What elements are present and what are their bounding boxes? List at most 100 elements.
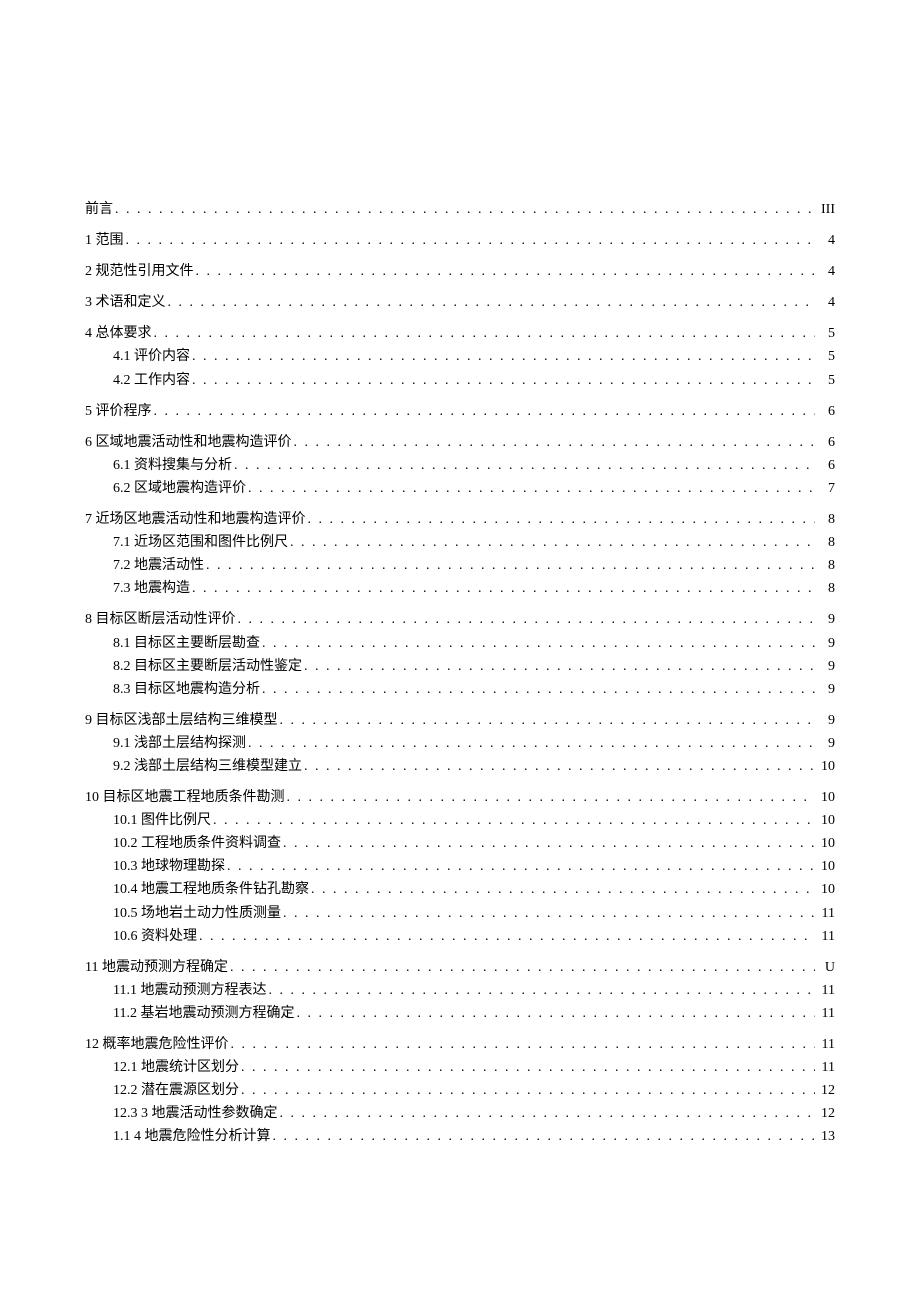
toc-leader — [197, 925, 815, 948]
toc-entry: 7.1 近场区范围和图件比例尺 8 — [113, 531, 835, 554]
toc-leader — [228, 956, 815, 979]
toc-entry-label: 8.2 目标区主要断层活动性鉴定 — [113, 655, 302, 678]
toc-entry: 5 评价程序 6 — [85, 400, 835, 423]
toc-entry-page: 10 — [815, 855, 835, 878]
toc-leader — [190, 369, 815, 392]
toc-entry: 12 概率地震危险性评价11 — [85, 1033, 835, 1056]
toc-entry-page: U — [815, 956, 835, 979]
toc-entry-page: 4 — [815, 291, 835, 314]
toc-leader — [229, 1033, 816, 1056]
toc-entry-label: 8.1 目标区主要断层勘查 — [113, 632, 260, 655]
page: 前言III1 范围42 规范性引用文件43 术语和定义44 总体要求54.1 评… — [0, 0, 920, 1301]
toc-entry: 9 目标区浅部土层结构三维模型9 — [85, 709, 835, 732]
toc-entry: 4.1 评价内容5 — [113, 345, 835, 368]
toc-leader — [260, 678, 815, 701]
toc-leader — [271, 1125, 816, 1148]
toc-entry-label: 9 目标区浅部土层结构三维模型 — [85, 709, 278, 732]
toc-entry-label: 12.1 地震统计区划分 — [113, 1056, 239, 1079]
toc-entry-label: 4.2 工作内容 — [113, 369, 190, 392]
toc-entry-label: 1 范围 — [85, 229, 124, 252]
toc-entry: 6.1 资料搜集与分析6 — [113, 454, 835, 477]
toc-entry-label: 6.2 区域地震构造评价 — [113, 477, 246, 500]
toc-entry-label: 11.1 地震动预测方程表达 — [113, 979, 266, 1002]
toc-entry: 8.1 目标区主要断层勘查 9 — [113, 632, 835, 655]
toc-leader — [152, 400, 816, 423]
toc-entry-page: 9 — [815, 632, 835, 655]
toc-leader — [113, 198, 815, 221]
toc-entry-label: 11 地震动预测方程确定 — [85, 956, 228, 979]
toc-entry: 10.4 地震工程地质条件钻孔勘察10 — [113, 878, 835, 901]
toc-entry-page: 9 — [815, 678, 835, 701]
toc-leader — [211, 809, 815, 832]
toc-entry-page: 6 — [815, 400, 835, 423]
toc-entry-page: 12 — [815, 1102, 835, 1125]
toc-leader — [288, 531, 815, 554]
toc-entry: 7 近场区地震活动性和地震构造评价 8 — [85, 508, 835, 531]
toc-entry: 7.3 地震构造8 — [113, 577, 835, 600]
toc-leader — [309, 878, 815, 901]
toc-entry-label: 12 概率地震危险性评价 — [85, 1033, 229, 1056]
toc-entry-page: 10 — [815, 809, 835, 832]
toc-entry-label: 2 规范性引用文件 — [85, 260, 194, 283]
toc-entry-page: 8 — [815, 508, 835, 531]
toc-leader — [232, 454, 815, 477]
toc-leader — [225, 855, 815, 878]
toc-entry-label: 7.1 近场区范围和图件比例尺 — [113, 531, 288, 554]
toc-leader — [152, 322, 816, 345]
toc-leader — [124, 229, 816, 252]
toc-entry-label: 8 目标区断层活动性评价 — [85, 608, 236, 631]
toc-leader — [246, 732, 815, 755]
toc-entry-page: 5 — [815, 322, 835, 345]
toc-entry: 12.2 潜在震源区划分 12 — [113, 1079, 835, 1102]
toc-entry: 4.2 工作内容 5 — [113, 369, 835, 392]
toc-leader — [166, 291, 816, 314]
toc-entry: 6.2 区域地震构造评价7 — [113, 477, 835, 500]
toc-entry-label: 7 近场区地震活动性和地震构造评价 — [85, 508, 306, 531]
toc-entry-label: 9.2 浅部土层结构三维模型建立 — [113, 755, 302, 778]
toc-entry: 10.2 工程地质条件资料调查 10 — [113, 832, 835, 855]
toc-entry-page: 8 — [815, 554, 835, 577]
toc-entry: 12.3 3 地震活动性参数确定12 — [113, 1102, 835, 1125]
toc-entry: 10 目标区地震工程地质条件勘测10 — [85, 786, 835, 809]
toc-entry-page: 11 — [815, 979, 835, 1002]
toc-leader — [194, 260, 816, 283]
toc-entry-page: 5 — [815, 369, 835, 392]
toc-entry: 10.5 场地岩土动力性质测量11 — [113, 902, 835, 925]
toc-leader — [190, 345, 815, 368]
toc-entry-page: 8 — [815, 577, 835, 600]
toc-entry: 11 地震动预测方程确定 U — [85, 956, 835, 979]
toc-leader — [278, 1102, 816, 1125]
toc-leader — [239, 1079, 815, 1102]
toc-entry-page: 4 — [815, 229, 835, 252]
toc-entry: 10.1 图件比例尺 10 — [113, 809, 835, 832]
toc-entry: 10.3 地球物理勘探10 — [113, 855, 835, 878]
toc-entry-page: 12 — [815, 1079, 835, 1102]
toc-entry-page: 4 — [815, 260, 835, 283]
toc-entry-label: 4 总体要求 — [85, 322, 152, 345]
toc-entry-label: 5 评价程序 — [85, 400, 152, 423]
toc-entry-page: 8 — [815, 531, 835, 554]
toc-entry: 11.1 地震动预测方程表达 11 — [113, 979, 835, 1002]
toc-entry-label: 10.6 资料处理 — [113, 925, 197, 948]
toc-entry-page: 10 — [815, 832, 835, 855]
toc-entry: 1.1 4 地震危险性分析计算13 — [113, 1125, 835, 1148]
toc-entry: 7.2 地震活动性8 — [113, 554, 835, 577]
toc-entry-page: 10 — [815, 786, 835, 809]
toc-entry: 1 范围 4 — [85, 229, 835, 252]
toc-entry: 2 规范性引用文件 4 — [85, 260, 835, 283]
toc-leader — [302, 655, 815, 678]
toc-entry-label: 10.2 工程地质条件资料调查 — [113, 832, 281, 855]
toc-entry-label: 10.1 图件比例尺 — [113, 809, 211, 832]
toc-leader — [190, 577, 815, 600]
toc-leader — [281, 832, 815, 855]
toc-entry: 6 区域地震活动性和地震构造评价6 — [85, 431, 835, 454]
toc-entry: 8.2 目标区主要断层活动性鉴定9 — [113, 655, 835, 678]
toc-entry-label: 12.2 潜在震源区划分 — [113, 1079, 239, 1102]
toc-entry-page: 10 — [815, 755, 835, 778]
toc-entry-page: 10 — [815, 878, 835, 901]
toc-entry: 9.1 浅部土层结构探测9 — [113, 732, 835, 755]
toc-leader — [260, 632, 815, 655]
toc-leader — [239, 1056, 815, 1079]
toc-entry-label: 4.1 评价内容 — [113, 345, 190, 368]
toc-entry-label: 9.1 浅部土层结构探测 — [113, 732, 246, 755]
